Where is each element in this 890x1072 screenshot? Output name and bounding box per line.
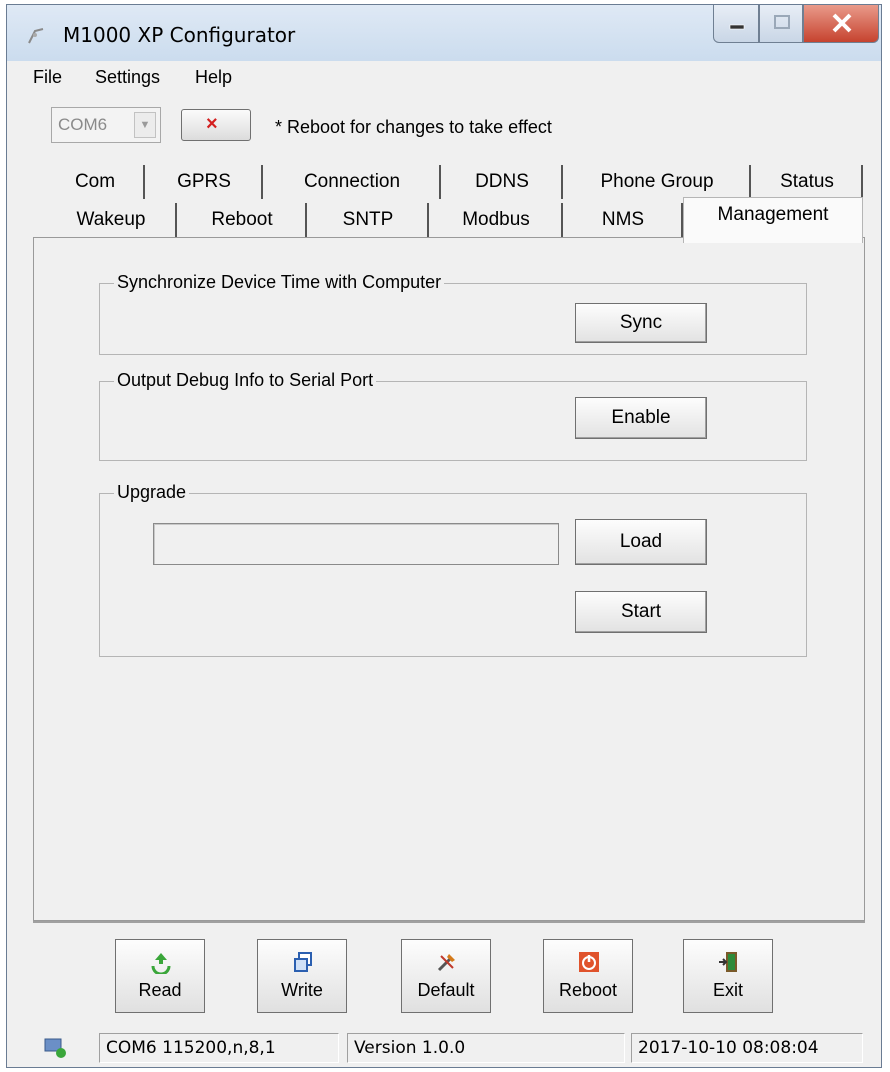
upgrade-file-path[interactable] [153, 523, 559, 565]
read-button[interactable]: Read [115, 939, 205, 1013]
app-window: M1000 XP Configurator File Settings Help… [6, 4, 882, 1068]
write-button-label: Write [281, 980, 323, 1000]
minimize-icon [729, 24, 745, 30]
window-title: M1000 XP Configurator [63, 23, 296, 47]
status-version: Version 1.0.0 [347, 1033, 625, 1063]
exit-button[interactable]: Exit [683, 939, 773, 1013]
minimize-button[interactable] [713, 5, 759, 43]
start-button[interactable]: Start [575, 591, 707, 633]
default-button-label: Default [417, 980, 475, 1000]
sync-group-label: Synchronize Device Time with Computer [114, 272, 445, 293]
port-select-value: COM6 [58, 115, 108, 134]
divider [33, 921, 865, 923]
debug-group-label: Output Debug Info to Serial Port [114, 370, 377, 391]
tab-management[interactable]: Management [683, 197, 863, 243]
reboot-button[interactable]: Reboot [543, 939, 633, 1013]
copy-icon [294, 952, 312, 972]
menu-settings[interactable]: Settings [95, 67, 160, 88]
tab-gprs[interactable]: GPRS [147, 165, 263, 199]
maximize-button[interactable] [759, 5, 803, 43]
recycle-icon [151, 953, 171, 974]
reboot-button-label: Reboot [558, 980, 618, 1000]
power-icon [579, 952, 599, 972]
tab-ddns[interactable]: DDNS [443, 165, 563, 199]
write-button[interactable]: Write [257, 939, 347, 1013]
menu-help[interactable]: Help [195, 67, 232, 88]
menu-file[interactable]: File [33, 67, 62, 88]
close-window-button[interactable] [803, 5, 879, 43]
reboot-note: * Reboot for changes to take effect [275, 117, 552, 137]
tab-nms[interactable]: NMS [565, 203, 683, 237]
menu-bar: File Settings Help [7, 63, 881, 91]
tab-connection[interactable]: Connection [265, 165, 441, 199]
default-button[interactable]: Default [401, 939, 491, 1013]
tab-sntp[interactable]: SNTP [309, 203, 429, 237]
red-x-icon: × [206, 113, 218, 135]
status-bar: COM6 115200,n,8,1 Version 1.0.0 2017-10-… [7, 1029, 881, 1067]
status-connection: COM6 115200,n,8,1 [99, 1033, 339, 1063]
chevron-down-icon[interactable]: ▼ [134, 112, 156, 138]
status-datetime: 2017-10-10 08:08:04 [631, 1033, 863, 1063]
disconnect-button[interactable]: × [181, 109, 251, 141]
tab-com[interactable]: Com [47, 165, 145, 199]
read-button-label: Read [138, 980, 182, 1000]
enable-button[interactable]: Enable [575, 397, 707, 439]
maximize-icon [774, 15, 790, 29]
upgrade-group-label: Upgrade [114, 482, 190, 503]
exit-button-label: Exit [712, 980, 743, 1000]
load-button[interactable]: Load [575, 519, 707, 565]
tab-wakeup[interactable]: Wakeup [47, 203, 177, 237]
title-bar[interactable]: M1000 XP Configurator [7, 5, 881, 61]
network-status-icon [44, 1038, 66, 1058]
port-select[interactable]: COM6 ▼ [51, 107, 161, 143]
tab-status[interactable]: Status [753, 165, 863, 199]
tab-reboot[interactable]: Reboot [179, 203, 307, 237]
tools-icon [437, 954, 455, 972]
app-icon [28, 28, 44, 44]
door-exit-icon [719, 952, 737, 972]
tab-phone-group[interactable]: Phone Group [565, 165, 751, 199]
close-icon [832, 13, 852, 33]
sync-button[interactable]: Sync [575, 303, 707, 343]
tab-modbus[interactable]: Modbus [431, 203, 563, 237]
